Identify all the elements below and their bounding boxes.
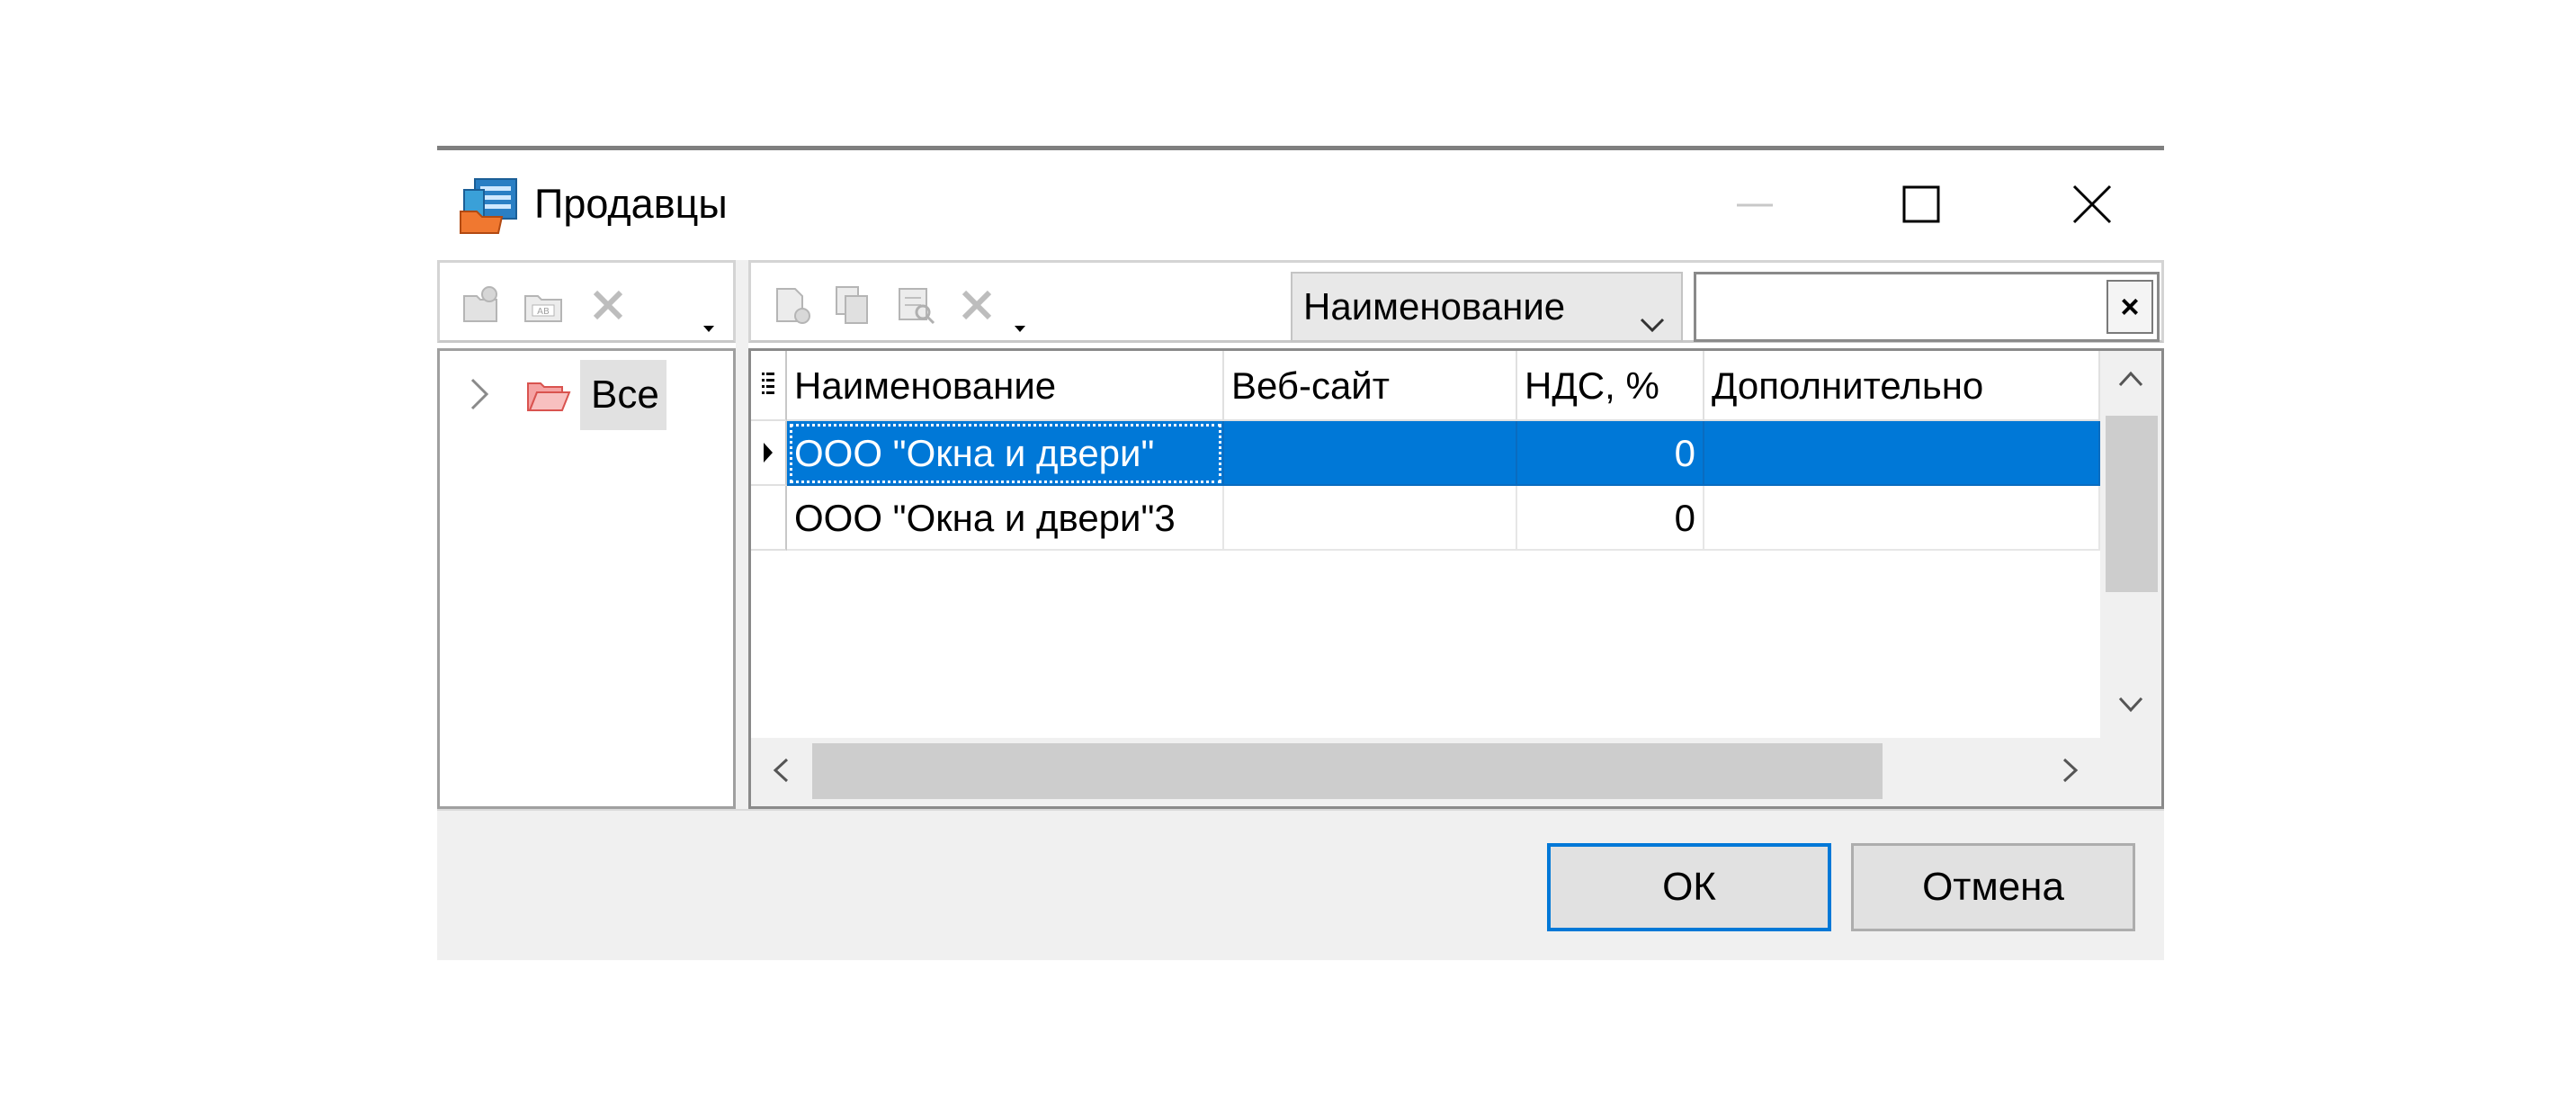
column-header-vat[interactable]: НДС, % [1517,351,1704,421]
scroll-right-button[interactable] [2041,738,2100,806]
column-list-icon [760,371,776,400]
cell-website[interactable] [1224,486,1517,551]
window-title: Продавцы [534,181,728,227]
edit-record-icon[interactable] [893,283,938,328]
vertical-scrollbar[interactable] [2100,351,2161,738]
column-chooser[interactable] [751,351,787,421]
sellers-dialog: Продавцы AB Все Наименование × Наименова… [437,146,2164,960]
close-icon [2071,184,2113,229]
cell-vat[interactable]: 0 [1517,421,1704,486]
delete-icon[interactable] [954,283,999,328]
column-header-website[interactable]: Веб-сайт [1224,351,1517,421]
dialog-footer: ОК Отмена [437,809,2164,960]
title-bar[interactable]: Продавцы [437,150,2164,256]
vertical-scroll-thumb[interactable] [2106,416,2158,592]
chevron-down-icon [2116,695,2145,719]
filter-field-value: Наименование [1303,285,1566,328]
groups-pane: AB Все [437,260,736,809]
dropdown-arrow-icon[interactable] [1012,317,1028,333]
horizontal-scrollbar[interactable] [751,738,2100,806]
cell-name[interactable]: ООО "Окна и двери"3 [787,486,1224,551]
maximize-icon [1902,185,1940,228]
records-pane: Наименование × Наименование Веб-сайт НДС… [748,260,2164,809]
minimize-icon [1735,198,1775,214]
row-header[interactable] [751,486,787,551]
add-record-icon[interactable] [769,283,814,328]
records-toolbar: Наименование × [748,260,2164,343]
chevron-left-icon [771,756,791,789]
rename-icon[interactable]: AB [521,283,566,328]
column-header-name[interactable]: Наименование [787,351,1224,421]
chevron-right-icon [2061,756,2080,789]
scroll-down-button[interactable] [2100,677,2161,736]
scroll-left-button[interactable] [751,738,810,806]
add-group-icon[interactable] [458,283,503,328]
clear-search-button[interactable]: × [2106,280,2153,334]
svg-text:AB: AB [537,307,550,317]
cell-vat[interactable]: 0 [1517,486,1704,551]
records-grid[interactable]: Наименование Веб-сайт НДС, % Дополнитель… [748,348,2164,809]
current-row-indicator [751,421,787,486]
search-input[interactable]: × [1694,272,2160,342]
cell-name[interactable]: ООО "Окна и двери" [787,421,1224,486]
open-folder-icon [526,378,571,414]
copy-record-icon[interactable] [830,283,875,328]
horizontal-scroll-thumb[interactable] [812,743,1883,799]
folder-list-icon [459,175,522,235]
column-header-extra[interactable]: Дополнительно [1704,351,2100,421]
chevron-right-icon[interactable] [463,376,496,412]
groups-tree[interactable]: Все [437,348,736,809]
dropdown-arrow-icon[interactable] [701,317,717,333]
tree-item-all[interactable]: Все [580,360,666,430]
ok-button[interactable]: ОК [1547,843,1831,931]
delete-icon[interactable] [586,283,631,328]
scroll-up-button[interactable] [2100,351,2161,410]
cell-website[interactable] [1224,421,1517,486]
chevron-up-icon [2116,369,2145,393]
maximize-button[interactable] [1881,170,1962,242]
cell-extra[interactable] [1704,421,2100,486]
minimize-button[interactable] [1714,170,1795,242]
clear-icon: × [2120,288,2140,325]
pane-splitter[interactable] [736,260,748,809]
close-button[interactable] [2052,170,2133,242]
cancel-button[interactable]: Отмена [1851,843,2135,931]
chevron-down-icon [1636,293,1668,333]
cell-extra[interactable] [1704,486,2100,551]
filter-field-select[interactable]: Наименование [1291,272,1683,342]
groups-toolbar: AB [437,260,736,343]
scrollbar-corner [2100,738,2161,806]
